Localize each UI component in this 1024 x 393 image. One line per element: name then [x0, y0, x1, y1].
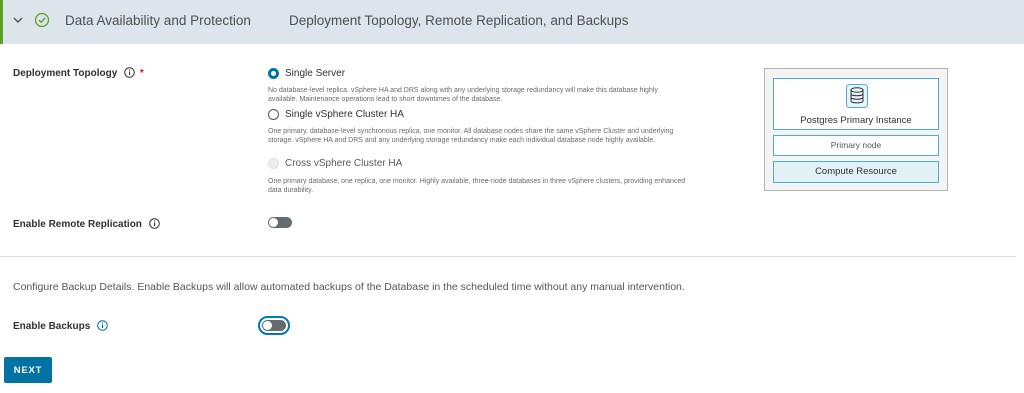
radio-single-vsphere-cluster-ha[interactable]: Single vSphere Cluster HA [268, 109, 404, 120]
radio-button[interactable] [268, 109, 279, 120]
section-title: Data Availability and Protection [65, 13, 251, 28]
radio-label: Single vSphere Cluster HA [285, 109, 404, 120]
info-icon[interactable] [148, 218, 160, 229]
section-subtitle: Deployment Topology, Remote Replication,… [289, 13, 629, 28]
check-circle-icon [34, 12, 50, 28]
info-icon[interactable] [124, 67, 135, 78]
backup-intro-text: Configure Backup Details. Enable Backups… [13, 281, 685, 293]
remote-replication-text: Enable Remote Replication [13, 219, 142, 230]
next-button[interactable]: NEXT [4, 357, 52, 383]
chevron-down-icon[interactable] [12, 14, 24, 26]
radio-single-server[interactable]: Single Server [268, 68, 345, 79]
toggle-knob [263, 321, 272, 330]
topology-diagram: Postgres Primary Instance Primary node C… [764, 68, 948, 191]
option-description: No database-level replica. vSphere HA an… [268, 87, 658, 103]
required-mark: * [139, 68, 144, 79]
remote-replication-toggle[interactable] [268, 217, 292, 228]
database-icon [846, 84, 868, 108]
remote-replication-label: Enable Remote Replication [13, 218, 160, 230]
instance-label: Postgres Primary Instance [800, 115, 912, 126]
deployment-topology-label: Deployment Topology * [13, 67, 144, 79]
compute-resource-box: Compute Resource [773, 161, 939, 183]
radio-label: Single Server [285, 68, 346, 79]
radio-button-selected[interactable] [268, 68, 279, 79]
option-description: One primary, database-level synchronous … [268, 128, 674, 144]
postgres-instance-box: Postgres Primary Instance [773, 78, 939, 130]
radio-button-disabled [268, 158, 279, 169]
info-icon[interactable] [97, 320, 108, 331]
radio-label: Cross vSphere Cluster HA [285, 158, 403, 169]
enable-backups-label: Enable Backups [13, 320, 108, 332]
primary-node-box: Primary node [773, 135, 939, 156]
enable-backups-toggle[interactable] [258, 316, 290, 335]
enable-backups-text: Enable Backups [13, 321, 91, 332]
section-header[interactable]: Data Availability and Protection Deploym… [0, 0, 1024, 44]
toggle-knob [269, 218, 278, 227]
option-description: One primary database, one replica, one m… [268, 178, 686, 194]
deployment-topology-text: Deployment Topology [13, 68, 118, 79]
radio-cross-vsphere-cluster-ha: Cross vSphere Cluster HA [268, 158, 402, 169]
section-divider [0, 256, 1016, 257]
